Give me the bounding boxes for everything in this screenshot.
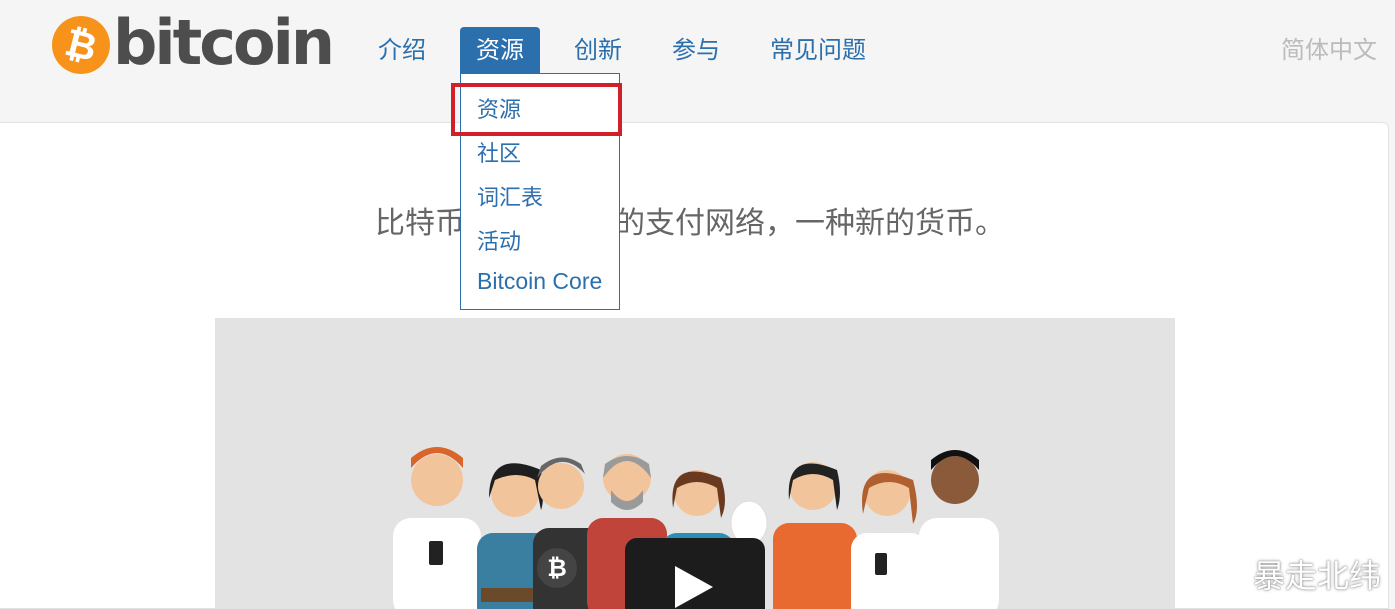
bitcoin-logo[interactable]: ₿ bitcoin <box>45 6 335 81</box>
intro-video[interactable]: ₿ <box>215 318 1175 609</box>
logo-wordmark: bitcoin <box>113 6 335 79</box>
dropdown-item-events[interactable]: 活动 <box>477 224 521 256</box>
dropdown-item-glossary[interactable]: 词汇表 <box>477 180 543 212</box>
language-selector[interactable]: 简体中文 <box>1281 27 1377 73</box>
nav-item-participate[interactable]: 参与 <box>672 27 720 73</box>
play-button-bg <box>625 538 765 609</box>
video-illustration: ₿ <box>393 447 999 609</box>
nav-item-intro[interactable]: 介绍 <box>378 27 426 73</box>
resources-dropdown: 资源 社区 词汇表 活动 Bitcoin Core <box>460 73 620 310</box>
dropdown-item-resources[interactable]: 资源 <box>477 92 521 124</box>
svg-text:₿: ₿ <box>547 554 567 582</box>
dropdown-item-bitcoin-core[interactable]: Bitcoin Core <box>477 268 602 295</box>
nav-item-innovation[interactable]: 创新 <box>574 27 622 73</box>
watermark-text: 暴走北纬 <box>1252 557 1381 595</box>
dropdown-item-community[interactable]: 社区 <box>477 136 521 168</box>
nav-item-resources[interactable]: 资源 <box>460 27 540 73</box>
weibo-icon <box>1201 560 1245 592</box>
hero-headline: 比特币是一种创新的支付网络，一种新的货币。 <box>375 206 1005 241</box>
nav-item-faq[interactable]: 常见问题 <box>770 27 866 73</box>
watermark: 暴走北纬 <box>1201 551 1381 597</box>
bitcoin-logo-icon: ₿ <box>45 9 117 81</box>
